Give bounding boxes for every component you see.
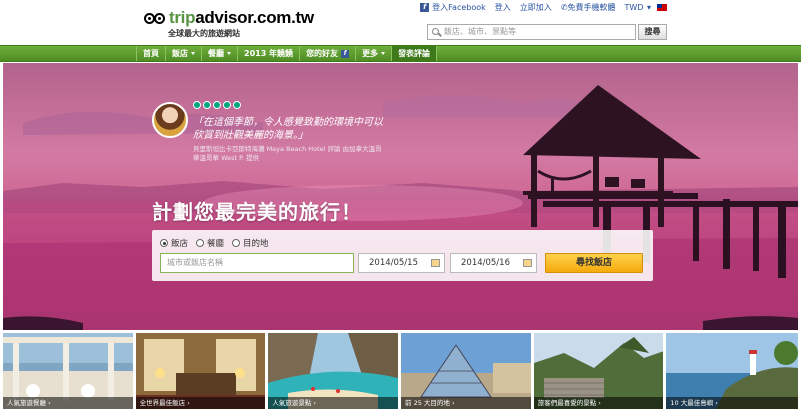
facebook-icon: f <box>420 3 430 12</box>
top-links: f 登入Facebook 登入 立即加入 ✆免費手機軟體 TWD ▾ <box>411 2 667 13</box>
radio-destination[interactable]: 目的地 <box>232 237 269 249</box>
calendar-icon[interactable] <box>431 259 440 267</box>
rating-bubble-icon <box>203 101 211 109</box>
thumb-popular-restaurants[interactable]: 人氣旅遊餐廳 › <box>3 333 133 409</box>
search-placeholder: 飯店、城市、景點等 <box>444 27 516 36</box>
caret-down-icon <box>227 52 231 55</box>
nav-more[interactable]: 更多 <box>356 46 393 61</box>
top-search: 飯店、城市、景點等 搜尋 <box>427 24 667 40</box>
nav-home[interactable]: 首頁 <box>136 46 166 61</box>
thumb-caption: 人氣旅遊餐廳 › <box>3 397 133 409</box>
caret-down-icon <box>191 52 195 55</box>
radio-empty-icon <box>232 239 241 247</box>
radio-hotel[interactable]: 飯店 <box>160 237 188 249</box>
rating-bubbles <box>193 101 243 109</box>
caret-down-icon <box>381 52 386 55</box>
radio-empty-icon <box>196 239 205 247</box>
header: tripadvisor.com.tw 全球最大的旅遊網站 f 登入Facebook… <box>0 0 801 45</box>
thumb-caption: 前 25 大目的地 › <box>401 397 531 409</box>
rating-bubble-icon <box>223 101 231 109</box>
facebook-login-link[interactable]: f 登入Facebook <box>420 2 486 13</box>
reviewer-avatar[interactable] <box>152 102 188 138</box>
search-button[interactable]: 搜尋 <box>638 24 667 40</box>
nav-hotels[interactable]: 飯店 <box>166 46 202 61</box>
nav-restaurants[interactable]: 餐廳 <box>202 46 238 61</box>
search-input[interactable]: 飯店、城市、景點等 <box>427 24 636 40</box>
rating-bubble-icon <box>193 101 201 109</box>
thumb-top-10-islands[interactable]: 10 大最佳島嶼 › <box>666 333 799 409</box>
find-hotels-button[interactable]: 尋找飯店 <box>545 253 643 273</box>
review-quote[interactable]: 「在這個季節，令人感覺致勤的環境中可以欣賞到壯觀美麗的海景。」 <box>193 116 383 142</box>
calendar-icon[interactable] <box>523 259 532 267</box>
search-type-radios: 飯店 餐廳 目的地 <box>160 237 277 249</box>
radio-restaurant[interactable]: 餐廳 <box>196 237 224 249</box>
hero-banner <box>3 63 798 330</box>
nav-friends[interactable]: 您的好友 f <box>300 46 357 61</box>
owl-logo-icon <box>144 12 166 25</box>
rating-bubble-icon <box>213 101 221 109</box>
currency-label: TWD <box>624 3 644 12</box>
currency-selector[interactable]: TWD ▾ <box>624 3 667 12</box>
featured-thumbnails: 人氣旅遊餐廳 › 全世界最佳飯店 › 人氣旅遊景點 › 前 25 大目的地 › … <box>3 333 799 409</box>
brand-name: tripadvisor.com.tw <box>169 8 314 27</box>
nav-write-review[interactable]: 發表評論 <box>392 46 438 61</box>
thumb-caption: 10 大最佳島嶼 › <box>666 397 799 409</box>
logo[interactable]: tripadvisor.com.tw <box>144 8 314 28</box>
search-icon <box>432 28 439 35</box>
radio-selected-icon <box>160 239 168 247</box>
rating-bubble-icon <box>233 101 241 109</box>
tagline: 全球最大的旅遊網站 <box>168 29 240 38</box>
main-nav: 首頁 飯店 餐廳 2013 年饒饒 您的好友 f 更多 發表評論 <box>0 45 801 62</box>
thumb-caption: 人氣旅遊景點 › <box>268 397 399 409</box>
facebook-icon: f <box>341 49 350 58</box>
checkout-date-field[interactable]: 2014/05/16 <box>450 253 537 273</box>
thumb-traveler-favorites[interactable]: 旅客們最喜愛的景點 › <box>533 333 664 409</box>
login-link[interactable]: 登入 <box>495 2 511 13</box>
search-panel: 飯店 餐廳 目的地 城市或飯店名稱 2014/05/15 2014/05/16 … <box>152 230 653 281</box>
checkin-date-field[interactable]: 2014/05/15 <box>358 253 445 273</box>
mobile-app-link[interactable]: ✆免費手機軟體 <box>561 2 616 13</box>
review-attribution: 貝里斯坦比卡亞斯特海灘 Maya Beach Hotel 評論 由加拿大溫哥華溫… <box>193 145 382 162</box>
hotel-search-input[interactable]: 城市或飯店名稱 <box>160 253 354 273</box>
thumb-caption: 旅客們最喜愛的景點 › <box>533 397 664 409</box>
sunset-pier-image <box>3 85 798 330</box>
hero-headline: 計劃您最完美的旅行！ <box>152 200 362 224</box>
taiwan-flag-icon <box>657 4 667 11</box>
thumb-best-hotels[interactable]: 全世界最佳飯店 › <box>135 333 266 409</box>
thumb-popular-attractions[interactable]: 人氣旅遊景點 › <box>268 333 399 409</box>
thumb-caption: 全世界最佳飯店 › <box>135 397 266 409</box>
nav-2013-awards[interactable]: 2013 年饒饒 <box>238 46 301 61</box>
chevron-down-icon: ▾ <box>646 3 651 12</box>
thumb-top-25-destinations[interactable]: 前 25 大目的地 › <box>401 333 531 409</box>
register-link[interactable]: 立即加入 <box>520 2 552 13</box>
page: tripadvisor.com.tw 全球最大的旅遊網站 f 登入Facebook… <box>0 0 801 411</box>
